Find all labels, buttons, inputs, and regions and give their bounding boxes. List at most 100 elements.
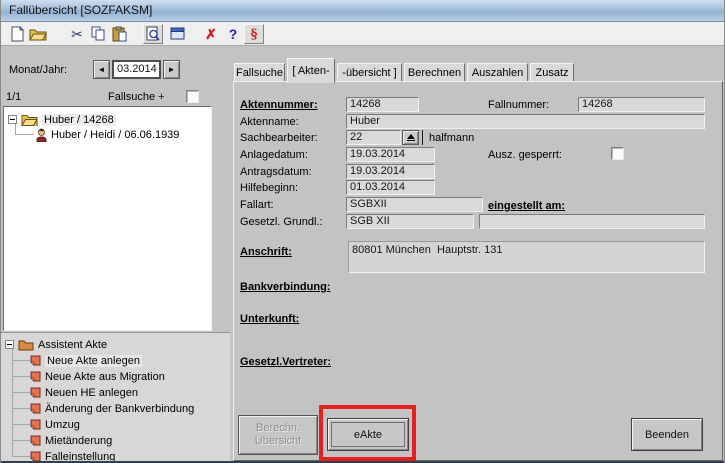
tree-node-label[interactable]: Huber / Heidi / 06.06.1939 [51, 129, 179, 141]
month-prev-button[interactable]: ◄ [93, 60, 110, 79]
print-preview-icon[interactable] [143, 24, 163, 44]
note-icon [30, 387, 41, 398]
folder-icon [21, 113, 38, 126]
assistant-item[interactable]: Neue Akte aus Migration [30, 369, 165, 384]
eingestellt-am-label: eingestellt am: [488, 200, 565, 212]
button-label: Beenden [645, 429, 689, 441]
cut-icon[interactable]: ✂ [67, 24, 87, 44]
bankverbindung-label: Bankverbindung: [240, 281, 330, 293]
fallnummer-field[interactable]: 14268 [578, 97, 705, 112]
aktenname-label: Aktenname: [240, 116, 299, 128]
eakte-button[interactable]: eAkte [327, 418, 409, 451]
case-tree: Huber / 14268 Huber / Heidi / 06.06.1939 [3, 106, 212, 331]
month-year-label: Monat/Jahr: [9, 64, 67, 76]
fallart-label: Fallart: [240, 199, 274, 211]
assistant-item-label[interactable]: Neuen HE anlegen [45, 387, 138, 399]
fallnummer-label: Fallnummer: [488, 99, 549, 111]
arrow-right-icon: ► [168, 65, 176, 74]
open-folder-icon[interactable] [28, 24, 48, 44]
assistant-item-label[interactable]: Mietänderung [45, 435, 112, 447]
collapse-icon[interactable] [5, 340, 14, 349]
tab-fallsuche[interactable]: Fallsuche [234, 63, 285, 82]
tree-connector [12, 424, 30, 425]
window-form-icon[interactable] [167, 24, 187, 44]
month-year-input[interactable]: 03.2014 [112, 60, 161, 79]
tree-connector [15, 134, 34, 135]
folder-icon [18, 339, 34, 351]
sachbearbeiter-name: halfmann [429, 132, 474, 144]
help-glyph: ? [229, 26, 238, 42]
tab-zusatz[interactable]: Zusatz [530, 63, 574, 82]
tab-berechnen[interactable]: Berechnen [404, 63, 465, 82]
window-title: Fallübersicht [SOZFAKSM] [9, 3, 152, 17]
assistant-item-label[interactable]: Neue Akte anlegen [45, 355, 142, 367]
tab-akten[interactable]: [ Akten- [287, 58, 335, 83]
assistant-item-label[interactable]: Umzug [45, 419, 80, 431]
collapse-icon[interactable] [8, 115, 17, 124]
tree-node-person[interactable]: Huber / Heidi / 06.06.1939 [36, 127, 179, 142]
assistant-item[interactable]: Änderung der Bankverbindung [30, 401, 194, 416]
anschrift-field[interactable]: 80801 München Hauptstr. 131 [348, 241, 705, 273]
app-window: Fallübersicht [SOZFAKSM] ✂ ✗ ? [0, 0, 725, 463]
fallsuche-plus-label: Fallsuche + [108, 91, 165, 103]
note-icon [30, 435, 41, 446]
note-icon [30, 355, 41, 366]
ausz-gesperrt-checkbox[interactable] [611, 147, 624, 160]
tree-connector [12, 360, 30, 361]
delete-glyph: ✗ [205, 26, 217, 43]
eingestellt-am-field[interactable] [479, 214, 705, 229]
unterkunft-label: Unterkunft: [240, 313, 299, 325]
assistant-item[interactable]: Neue Akte anlegen [30, 353, 142, 368]
tree-node-assistent-root[interactable]: Assistent Akte [5, 337, 107, 352]
result-count: 1/1 [6, 91, 21, 103]
paragraph-glyph: § [251, 27, 258, 42]
sachbearbeiter-spin-button[interactable] [402, 130, 419, 145]
fallart-field[interactable]: SGBXII [346, 197, 483, 212]
gesetzl-grundl-field[interactable]: SGB XII [346, 214, 474, 229]
tree-node-case[interactable]: Huber / 14268 [8, 112, 116, 127]
tree-node-label[interactable]: Huber / 14268 [42, 114, 116, 126]
eject-icon [407, 134, 415, 141]
arrow-left-icon: ◄ [98, 65, 106, 74]
assistant-item[interactable]: Mietänderung [30, 433, 112, 448]
note-icon [30, 419, 41, 430]
month-next-button[interactable]: ► [163, 60, 180, 79]
ausz-gesperrt-label: Ausz. gesperrt: [488, 149, 562, 161]
fallsuche-plus-checkbox[interactable] [186, 90, 199, 103]
tree-connector [12, 440, 30, 441]
delete-icon[interactable]: ✗ [201, 24, 221, 44]
tab-uebersicht[interactable]: -übersicht ] [337, 63, 402, 82]
assistant-item-label[interactable]: Neue Akte aus Migration [45, 371, 165, 383]
button-label-line2: Übersicht [255, 435, 301, 448]
beenden-button[interactable]: Beenden [631, 418, 703, 451]
title-bar: Fallübersicht [SOZFAKSM] [1, 0, 725, 22]
tree-connector [12, 376, 30, 377]
assistant-tree: Assistent Akte Neue Akte anlegen Neue Ak… [1, 332, 230, 461]
new-document-icon[interactable] [7, 24, 27, 44]
assistant-item[interactable]: Umzug [30, 417, 80, 432]
anlagedatum-label: Anlagedatum: [240, 149, 308, 161]
assistant-item-label[interactable]: Änderung der Bankverbindung [45, 403, 194, 415]
assistant-item[interactable]: Neuen HE anlegen [30, 385, 138, 400]
tab-auszahlen[interactable]: Auszahlen [467, 63, 528, 82]
note-icon [30, 371, 41, 382]
gesetzl-vertreter-label: Gesetzl.Vertreter: [240, 356, 331, 368]
aktenname-field[interactable]: Huber [346, 114, 705, 129]
field-separator [422, 130, 423, 145]
focus-ring [331, 422, 405, 447]
sachbearbeiter-field[interactable]: 22 [346, 130, 401, 145]
antragsdatum-label: Antragsdatum: [240, 166, 312, 178]
aktennummer-label: Aktennummer: [240, 99, 318, 111]
antragsdatum-field[interactable]: 19.03.2014 [346, 164, 435, 179]
anlagedatum-field[interactable]: 19.03.2014 [346, 147, 435, 162]
help-icon[interactable]: ? [223, 24, 243, 44]
paragraph-icon[interactable]: § [244, 24, 264, 44]
tree-node-label[interactable]: Assistent Akte [38, 339, 107, 351]
paste-icon[interactable] [109, 24, 129, 44]
tree-connector [12, 392, 30, 393]
berechn-uebersicht-button: Berechn. Übersicht [238, 415, 318, 455]
copy-icon[interactable] [88, 24, 108, 44]
aktennummer-field[interactable]: 14268 [346, 97, 419, 112]
hilfebeginn-field[interactable]: 01.03.2014 [346, 180, 435, 195]
sachbearbeiter-label: Sachbearbeiter: [240, 132, 318, 144]
